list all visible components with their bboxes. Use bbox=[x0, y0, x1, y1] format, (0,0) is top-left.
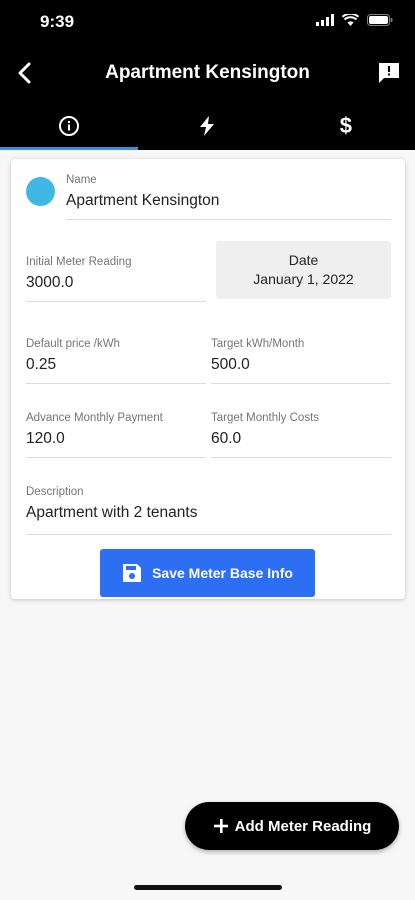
field-underline bbox=[26, 457, 206, 458]
default-price-label: Default price /kWh bbox=[26, 338, 120, 350]
initial-reading-value: 3000.0 bbox=[26, 274, 74, 291]
target-costs-field[interactable]: Target Monthly Costs 60.0 bbox=[211, 411, 391, 458]
advance-payment-value: 120.0 bbox=[26, 430, 65, 447]
field-underline bbox=[211, 457, 391, 458]
field-underline bbox=[26, 534, 391, 535]
date-label: Date bbox=[288, 252, 319, 268]
status-icons bbox=[316, 14, 393, 26]
status-time: 9:39 bbox=[40, 12, 75, 31]
info-icon bbox=[59, 116, 80, 136]
description-label: Description bbox=[26, 486, 84, 498]
save-icon bbox=[123, 564, 142, 582]
battery-icon bbox=[367, 14, 393, 26]
field-underline bbox=[26, 383, 206, 384]
wifi-icon bbox=[342, 14, 359, 26]
app-bar: Apartment Kensington bbox=[0, 44, 415, 102]
save-button-label: Save Meter Base Info bbox=[152, 565, 293, 581]
meter-info-card: Name Apartment Kensington Initial Meter … bbox=[11, 159, 405, 599]
name-field[interactable]: Name Apartment Kensington bbox=[66, 173, 391, 220]
field-underline bbox=[26, 301, 206, 302]
field-underline bbox=[66, 219, 391, 220]
tab-info[interactable] bbox=[0, 102, 139, 150]
description-field[interactable]: Description Apartment with 2 tenants bbox=[26, 485, 391, 535]
target-kwh-value: 500.0 bbox=[211, 356, 250, 373]
target-costs-value: 60.0 bbox=[211, 430, 242, 447]
tab-costs[interactable]: $ bbox=[277, 102, 415, 150]
add-meter-reading-button[interactable]: Add Meter Reading bbox=[185, 802, 399, 850]
signal-icon bbox=[316, 14, 334, 26]
page-title: Apartment Kensington bbox=[105, 62, 310, 83]
save-meter-button[interactable]: Save Meter Base Info bbox=[100, 549, 315, 597]
name-label: Name bbox=[66, 174, 97, 186]
fab-label: Add Meter Reading bbox=[234, 817, 372, 835]
meter-color-avatar[interactable] bbox=[26, 177, 55, 206]
tab-readings[interactable] bbox=[138, 102, 276, 150]
field-underline bbox=[211, 383, 391, 384]
target-kwh-label: Target kWh/Month bbox=[211, 338, 305, 350]
tab-bar: $ bbox=[0, 102, 415, 150]
target-kwh-field[interactable]: Target kWh/Month 500.0 bbox=[211, 337, 391, 384]
status-bar: 9:39 bbox=[0, 0, 415, 44]
date-picker-button[interactable]: Date January 1, 2022 bbox=[216, 241, 391, 299]
target-costs-label: Target Monthly Costs bbox=[211, 412, 320, 424]
initial-reading-field[interactable]: Initial Meter Reading 3000.0 bbox=[26, 255, 206, 302]
default-price-field[interactable]: Default price /kWh 0.25 bbox=[26, 337, 206, 384]
feedback-icon[interactable] bbox=[377, 61, 401, 85]
bolt-icon bbox=[200, 116, 215, 136]
dollar-icon: $ bbox=[339, 113, 352, 138]
advance-payment-label: Advance Monthly Payment bbox=[26, 412, 163, 424]
advance-payment-field[interactable]: Advance Monthly Payment 120.0 bbox=[26, 411, 206, 458]
date-value: January 1, 2022 bbox=[253, 271, 354, 287]
description-value: Apartment with 2 tenants bbox=[26, 504, 198, 521]
home-indicator bbox=[134, 885, 282, 890]
default-price-value: 0.25 bbox=[26, 356, 57, 373]
plus-icon bbox=[213, 819, 228, 833]
initial-reading-label: Initial Meter Reading bbox=[26, 256, 132, 268]
name-value: Apartment Kensington bbox=[66, 192, 220, 209]
